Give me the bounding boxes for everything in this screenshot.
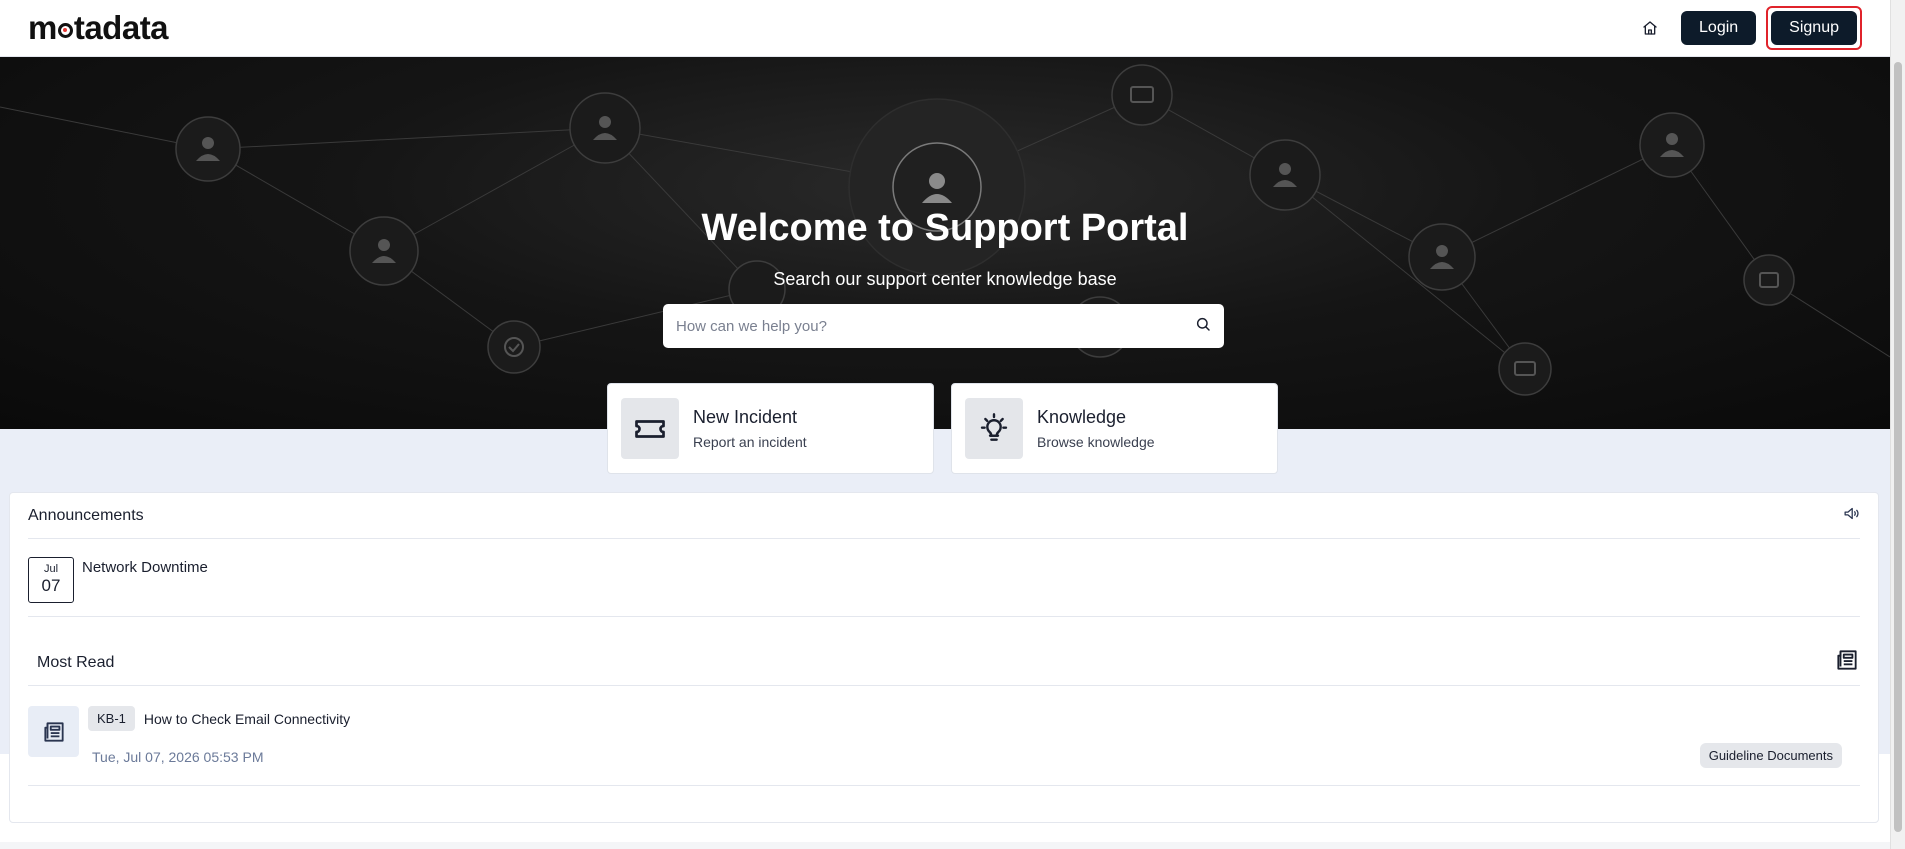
announcements-title: Announcements xyxy=(28,506,144,524)
divider xyxy=(28,616,1860,617)
most-read-title: Most Read xyxy=(37,653,115,671)
article-icon xyxy=(28,706,79,757)
signup-button[interactable]: Signup xyxy=(1771,11,1857,45)
kb-date: Tue, Jul 07, 2026 05:53 PM xyxy=(92,749,264,765)
divider xyxy=(28,785,1860,786)
scrollbar-thumb[interactable] xyxy=(1894,62,1902,832)
card-title: New Incident xyxy=(693,407,798,427)
announcement-item[interactable]: Jul 07 Network Downtime xyxy=(28,557,208,603)
new-incident-card[interactable]: New Incident Report an incident xyxy=(607,383,934,474)
megaphone-icon xyxy=(1843,505,1860,527)
info-panel: Announcements Jul 07 Network Downtime Mo… xyxy=(9,492,1879,823)
list-item[interactable]: KB-1 How to Check Email Connectivity Tue… xyxy=(28,706,1860,776)
hero-banner: Welcome to Support Portal Search our sup… xyxy=(0,57,1890,429)
page-bottom-edge xyxy=(0,842,1890,849)
login-button[interactable]: Login xyxy=(1681,11,1757,45)
home-icon[interactable] xyxy=(1637,15,1663,41)
kb-title-link[interactable]: How to Check Email Connectivity xyxy=(144,711,350,727)
lightbulb-icon xyxy=(965,398,1023,459)
announcement-title: Network Downtime xyxy=(82,559,208,576)
ticket-icon xyxy=(621,398,679,459)
signup-highlight: Signup xyxy=(1766,6,1862,50)
knowledge-card[interactable]: Knowledge Browse knowledge xyxy=(951,383,1278,474)
most-read-header: Most Read xyxy=(28,640,1860,686)
top-header: m tadata Login Signup xyxy=(0,0,1890,57)
hero-subtitle: Search our support center knowledge base xyxy=(773,269,1117,289)
card-title: Knowledge xyxy=(1037,407,1127,427)
newspaper-icon xyxy=(1834,647,1860,678)
kb-id-badge: KB-1 xyxy=(88,706,135,731)
card-subtitle: Report an incident xyxy=(693,434,807,450)
search-input[interactable] xyxy=(676,317,1195,335)
search-icon[interactable] xyxy=(1195,316,1211,337)
brand-logo[interactable]: m tadata xyxy=(28,9,169,47)
announcements-header: Announcements xyxy=(28,493,1860,539)
date-badge: Jul 07 xyxy=(28,557,74,603)
hero-title: Welcome to Support Portal xyxy=(701,207,1189,249)
category-tag: Guideline Documents xyxy=(1699,743,1842,768)
knowledge-search-box xyxy=(663,304,1224,348)
date-day: 07 xyxy=(41,576,61,595)
date-month: Jul xyxy=(43,563,59,575)
vertical-scrollbar[interactable] xyxy=(1890,0,1905,849)
header-actions: Login Signup xyxy=(1637,6,1862,50)
card-subtitle: Browse knowledge xyxy=(1037,434,1155,450)
